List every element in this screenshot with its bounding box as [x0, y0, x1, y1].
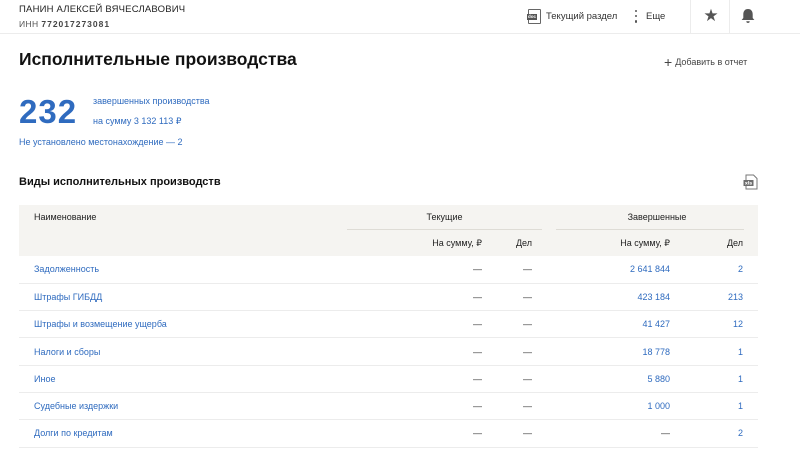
row-current-cases: — [492, 310, 542, 339]
row-completed-sum[interactable]: 18 778 [542, 337, 680, 366]
row-completed-cases[interactable]: 1 [680, 337, 758, 366]
star-icon[interactable]: ★ [700, 6, 722, 26]
row-current-cases: — [492, 256, 542, 284]
row-current-cases: — [492, 419, 542, 448]
col-header-name: Наименование [19, 205, 347, 256]
completed-summary-amount: на сумму 3 132 113 ₽ [93, 116, 182, 126]
add-to-report-label: Добавить в отчет [675, 57, 748, 67]
row-completed-cases[interactable]: 2 [680, 256, 758, 284]
table-row: Штрафы ГИБДД — — 423 184 213 [19, 283, 758, 312]
table-row: Налоги и сборы — — 18 778 1 [19, 337, 758, 366]
table-row: Задолженность — — 2 641 844 2 [19, 256, 758, 284]
more-label: Еще [646, 10, 666, 22]
more-button[interactable]: Еще [634, 8, 665, 24]
current-section-button[interactable]: doc Текущий раздел [527, 8, 618, 24]
col-header-completed: Завершенные [542, 205, 758, 230]
col-header-completed-label: Завершенные [556, 205, 758, 230]
row-completed-sum[interactable]: 5 880 [542, 365, 680, 393]
section-title: Виды исполнительных производств [19, 176, 221, 188]
col-header-current-cases: Дел [492, 230, 542, 256]
table-row: Долги по кредитам — — — 2 [19, 419, 758, 448]
row-completed-sum[interactable]: 1 000 [542, 392, 680, 421]
page-title: Исполнительные производства [19, 49, 297, 69]
inn-label: ИНН [19, 19, 39, 29]
row-current-sum: — [347, 256, 492, 284]
xls-export-icon[interactable]: xls [743, 174, 758, 190]
row-name-link[interactable]: Судебные издержки [19, 392, 347, 421]
row-current-sum: — [347, 419, 492, 448]
row-current-sum: — [347, 392, 492, 421]
row-name-link[interactable]: Задолженность [19, 256, 347, 284]
row-completed-sum[interactable]: 2 641 844 [542, 256, 680, 284]
add-to-report-button[interactable]: + Добавить в отчет [664, 54, 748, 70]
top-bar: ПАНИН АЛЕКСЕЙ ВЯЧЕСЛАВОВИЧ ИНН 772017273… [0, 0, 800, 34]
completed-summary-label: завершенных производства [93, 96, 210, 106]
row-current-cases: — [492, 392, 542, 421]
col-header-completed-cases: Дел [680, 230, 758, 256]
toolbar-divider [729, 0, 730, 34]
row-completed-cases[interactable]: 213 [680, 283, 758, 312]
row-current-sum: — [347, 283, 492, 312]
row-completed-cases[interactable]: 2 [680, 419, 758, 448]
plus-icon: + [664, 54, 673, 70]
doc-icon: doc [527, 8, 541, 24]
row-completed-sum: — [542, 419, 680, 448]
bell-icon[interactable] [738, 7, 758, 25]
dots-icon [634, 9, 638, 23]
table-row: Штрафы и возмещение ущерба — — 41 427 12 [19, 310, 758, 339]
row-current-cases: — [492, 337, 542, 366]
row-name-link[interactable]: Иное [19, 365, 347, 393]
col-header-current: Текущие [347, 205, 542, 230]
row-current-cases: — [492, 283, 542, 312]
row-name-link[interactable]: Долги по кредитам [19, 419, 347, 448]
no-location-link[interactable]: Не установлено местонахождение — 2 [19, 137, 183, 147]
row-completed-cases[interactable]: 1 [680, 365, 758, 393]
row-completed-sum[interactable]: 41 427 [542, 310, 680, 339]
table-row: Судебные издержки — — 1 000 1 [19, 392, 758, 421]
table-row: Иное — — 5 880 1 [19, 365, 758, 393]
xls-icon-tag: xls [745, 181, 753, 187]
cases-table: Наименование Текущие Завершенные На сумм… [19, 205, 758, 448]
row-name-link[interactable]: Штрафы и возмещение ущерба [19, 310, 347, 339]
col-header-current-sum: На сумму, ₽ [347, 230, 492, 256]
row-completed-sum[interactable]: 423 184 [542, 283, 680, 312]
row-name-link[interactable]: Налоги и сборы [19, 337, 347, 366]
row-current-cases: — [492, 365, 542, 393]
row-current-sum: — [347, 365, 492, 393]
row-completed-cases[interactable]: 1 [680, 392, 758, 421]
current-section-label: Текущий раздел [546, 10, 618, 22]
col-header-current-label: Текущие [347, 205, 542, 230]
doc-icon-tag: doc [527, 13, 538, 20]
inn-row: ИНН 772017273081 [19, 19, 110, 29]
row-completed-cases[interactable]: 12 [680, 310, 758, 339]
completed-count: 232 [19, 93, 78, 130]
row-current-sum: — [347, 337, 492, 366]
row-name-link[interactable]: Штрафы ГИБДД [19, 283, 347, 312]
toolbar-divider [690, 0, 691, 34]
row-current-sum: — [347, 310, 492, 339]
col-header-completed-sum: На сумму, ₽ [542, 230, 680, 256]
inn-value: 772017273081 [41, 19, 111, 29]
person-name: ПАНИН АЛЕКСЕЙ ВЯЧЕСЛАВОВИЧ [19, 4, 186, 15]
